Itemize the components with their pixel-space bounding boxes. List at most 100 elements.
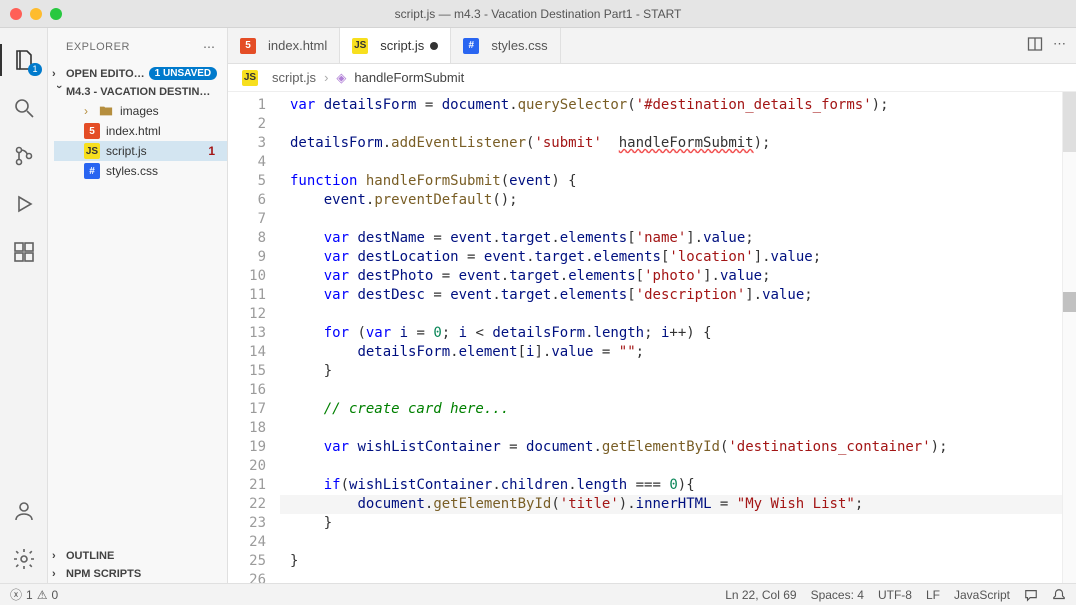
tree-folder[interactable]: › images bbox=[54, 101, 227, 121]
code-line[interactable]: event.preventDefault(); bbox=[280, 191, 1062, 210]
code-line[interactable] bbox=[280, 419, 1062, 438]
open-editors-label: OPEN EDITO… bbox=[66, 68, 145, 80]
run-debug-activity[interactable] bbox=[0, 180, 48, 228]
tree-file[interactable]: JSscript.js1 bbox=[54, 141, 227, 161]
line-number: 9 bbox=[228, 248, 266, 267]
code-line[interactable] bbox=[280, 305, 1062, 324]
js-file-icon: JS bbox=[242, 70, 258, 86]
line-number: 10 bbox=[228, 267, 266, 286]
tree-file[interactable]: 5index.html bbox=[54, 121, 227, 141]
editor-area: 5index.htmlJSscript.js#styles.css ⋯ JS s… bbox=[228, 28, 1076, 583]
line-number: 25 bbox=[228, 552, 266, 571]
problems-status[interactable]: ⓧ1 ⚠0 bbox=[10, 586, 58, 603]
settings-activity[interactable] bbox=[0, 535, 48, 583]
code-line[interactable] bbox=[280, 533, 1062, 552]
code-line[interactable]: } bbox=[280, 514, 1062, 533]
code-line[interactable] bbox=[280, 457, 1062, 476]
explorer-sidebar: EXPLORER ⋯ › OPEN EDITO… 1 UNSAVED › M4.… bbox=[48, 28, 228, 583]
line-number: 2 bbox=[228, 115, 266, 134]
npm-scripts-section[interactable]: › NPM SCRIPTS bbox=[48, 565, 227, 583]
code-line[interactable]: document.getElementById('title').innerHT… bbox=[280, 495, 1062, 514]
editor-tab[interactable]: # styles.css bbox=[451, 28, 560, 63]
open-editors-section[interactable]: › OPEN EDITO… 1 UNSAVED bbox=[48, 64, 227, 83]
minimize-window-button[interactable] bbox=[30, 8, 42, 20]
split-editor-icon[interactable] bbox=[1027, 36, 1043, 55]
eol-status[interactable]: LF bbox=[926, 588, 940, 602]
activity-bar: 1 bbox=[0, 28, 48, 583]
code-line[interactable] bbox=[280, 115, 1062, 134]
feedback-icon[interactable] bbox=[1024, 588, 1038, 602]
js-file-icon: JS bbox=[84, 143, 100, 159]
tab-label: index.html bbox=[268, 38, 327, 53]
code-line[interactable]: var detailsForm = document.querySelector… bbox=[280, 96, 1062, 115]
code-editor[interactable]: var detailsForm = document.querySelector… bbox=[280, 92, 1062, 583]
code-line[interactable] bbox=[280, 381, 1062, 400]
warning-icon: ⚠ bbox=[37, 588, 48, 602]
account-activity[interactable] bbox=[0, 487, 48, 535]
file-tree: › images 5index.htmlJSscript.js1 # styles.cs… bbox=[48, 101, 227, 181]
editor-tabs: 5index.htmlJSscript.js # styles.css ⋯ bbox=[228, 28, 1076, 64]
code-line[interactable]: // create card here... bbox=[280, 400, 1062, 419]
window-title: script.js — m4.3 - Vacation Destination … bbox=[0, 7, 1076, 21]
chevron-right-icon: › bbox=[84, 104, 98, 118]
search-activity[interactable] bbox=[0, 84, 48, 132]
line-number: 1 bbox=[228, 96, 266, 115]
source-control-activity[interactable] bbox=[0, 132, 48, 180]
code-line[interactable]: var destDesc = event.target.elements['de… bbox=[280, 286, 1062, 305]
line-number: 13 bbox=[228, 324, 266, 343]
sidebar-more-icon[interactable]: ⋯ bbox=[199, 38, 219, 56]
line-number: 20 bbox=[228, 457, 266, 476]
tree-item-label: index.html bbox=[106, 124, 161, 138]
code-line[interactable]: } bbox=[280, 552, 1062, 571]
error-icon: ⓧ bbox=[10, 586, 22, 603]
chevron-right-icon: › bbox=[52, 68, 66, 80]
code-line[interactable]: if(wishListContainer.children.length ===… bbox=[280, 476, 1062, 495]
code-line[interactable] bbox=[280, 571, 1062, 583]
breadcrumb-separator-icon: › bbox=[324, 70, 328, 85]
line-number: 5 bbox=[228, 172, 266, 191]
tree-item-badge: 1 bbox=[208, 144, 219, 158]
code-line[interactable] bbox=[280, 153, 1062, 172]
code-line[interactable]: function handleFormSubmit(event) { bbox=[280, 172, 1062, 191]
code-line[interactable]: var destLocation = event.target.elements… bbox=[280, 248, 1062, 267]
css-file-icon: # bbox=[84, 163, 100, 179]
editor-tab[interactable]: JSscript.js bbox=[340, 28, 451, 63]
line-number: 8 bbox=[228, 229, 266, 248]
code-line[interactable] bbox=[280, 210, 1062, 229]
code-line[interactable]: var destName = event.target.elements['na… bbox=[280, 229, 1062, 248]
folder-section[interactable]: › M4.3 - VACATION DESTIN… bbox=[48, 83, 227, 101]
explorer-activity[interactable]: 1 bbox=[0, 36, 48, 84]
npm-label: NPM SCRIPTS bbox=[66, 568, 141, 580]
notifications-icon[interactable] bbox=[1052, 588, 1066, 602]
code-line[interactable]: var destPhoto = event.target.elements['p… bbox=[280, 267, 1062, 286]
maximize-window-button[interactable] bbox=[50, 8, 62, 20]
close-window-button[interactable] bbox=[10, 8, 22, 20]
outline-section[interactable]: › OUTLINE bbox=[48, 547, 227, 565]
line-number: 22 bbox=[228, 495, 266, 514]
minimap[interactable] bbox=[1062, 92, 1076, 583]
editor-more-icon[interactable]: ⋯ bbox=[1053, 36, 1066, 55]
indentation-status[interactable]: Spaces: 4 bbox=[811, 588, 864, 602]
cursor-position[interactable]: Ln 22, Col 69 bbox=[725, 588, 796, 602]
code-line[interactable]: } bbox=[280, 362, 1062, 381]
folder-icon bbox=[98, 103, 114, 119]
tree-file[interactable]: # styles.css bbox=[54, 161, 227, 181]
extensions-activity[interactable] bbox=[0, 228, 48, 276]
folder-label: M4.3 - VACATION DESTIN… bbox=[66, 86, 210, 98]
code-line[interactable]: for (var i = 0; i < detailsForm.length; … bbox=[280, 324, 1062, 343]
line-number: 6 bbox=[228, 191, 266, 210]
tree-item-label: images bbox=[120, 104, 159, 118]
code-line[interactable]: var wishListContainer = document.getElem… bbox=[280, 438, 1062, 457]
editor-tab[interactable]: 5index.html bbox=[228, 28, 340, 63]
breadcrumb-file: script.js bbox=[272, 70, 316, 85]
chevron-right-icon: › bbox=[52, 568, 66, 580]
code-line[interactable]: detailsForm.element[i].value = ""; bbox=[280, 343, 1062, 362]
tree-item-label: styles.css bbox=[106, 164, 158, 178]
breadcrumb[interactable]: JS script.js › ◈ handleFormSubmit bbox=[228, 64, 1076, 92]
encoding-status[interactable]: UTF-8 bbox=[878, 588, 912, 602]
language-status[interactable]: JavaScript bbox=[954, 588, 1010, 602]
tab-label: styles.css bbox=[491, 38, 547, 53]
css-file-icon: # bbox=[463, 38, 479, 54]
code-line[interactable]: detailsForm.addEventListener('submit' ha… bbox=[280, 134, 1062, 153]
line-number: 18 bbox=[228, 419, 266, 438]
